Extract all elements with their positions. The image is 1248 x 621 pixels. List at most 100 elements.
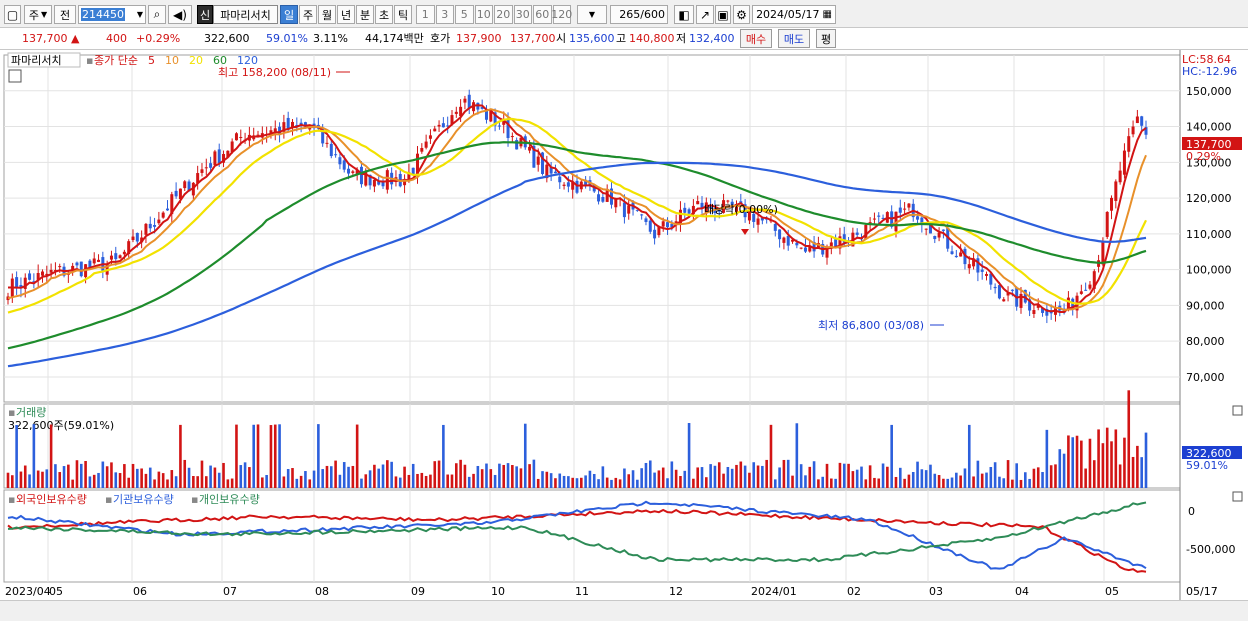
- gear-icon[interactable]: ⚙: [733, 5, 750, 24]
- change-value: 400: [106, 32, 127, 45]
- candle: [1002, 299, 1006, 302]
- volume-bar: [433, 461, 437, 488]
- change-percent: +0.29%: [136, 32, 181, 45]
- candle: [872, 218, 876, 220]
- volume-bar: [467, 476, 471, 488]
- volume-bar: [1028, 478, 1031, 488]
- volume-bar: [273, 424, 277, 488]
- sell-button[interactable]: 매도: [778, 29, 810, 48]
- volume-bar: [235, 424, 238, 488]
- buy-button[interactable]: 매수: [740, 29, 772, 48]
- minute-60[interactable]: 60: [533, 5, 552, 24]
- minute-5[interactable]: 5: [455, 5, 474, 24]
- volume-bar: [584, 475, 587, 488]
- volume-bar: [157, 471, 161, 488]
- volume-bar: [743, 465, 747, 488]
- candle: [916, 216, 920, 220]
- volume-bar: [476, 465, 480, 488]
- candle: [75, 262, 79, 266]
- volume-percent: 59.01%: [266, 32, 308, 45]
- volume-bar: [834, 478, 837, 488]
- x-tick-label: 04: [1015, 585, 1029, 598]
- volume-bar: [295, 478, 299, 488]
- count-dropdown[interactable]: ▼: [577, 5, 607, 24]
- holding-close-icon[interactable]: [1232, 491, 1243, 502]
- volume-value: 322,600주(59.01%): [8, 419, 114, 432]
- period-6[interactable]: 틱: [394, 5, 412, 24]
- candle: [786, 235, 790, 246]
- legend-bullet: ▪: [86, 54, 93, 67]
- volume-bar: [519, 468, 523, 488]
- period-1[interactable]: 주: [299, 5, 317, 24]
- candle: [131, 236, 135, 241]
- minute-20[interactable]: 20: [494, 5, 513, 24]
- period-3[interactable]: 년: [337, 5, 355, 24]
- volume-bar: [101, 461, 105, 488]
- period-4[interactable]: 분: [356, 5, 374, 24]
- calendar-icon[interactable]: ▦: [822, 9, 831, 20]
- volume-bar: [355, 424, 359, 488]
- volume-bar: [62, 466, 66, 488]
- search-icon[interactable]: ⌕: [148, 5, 166, 24]
- period-0[interactable]: 일: [280, 5, 298, 24]
- candle: [993, 286, 997, 289]
- volume-bar: [722, 473, 725, 488]
- volume-bar: [1101, 443, 1105, 488]
- indicator-icon[interactable]: ◧: [674, 5, 694, 24]
- volume-bar: [407, 474, 411, 488]
- volume-bar: [1011, 479, 1014, 488]
- volume-close-icon[interactable]: [1232, 405, 1243, 416]
- grid-toggle-icon[interactable]: [8, 69, 22, 83]
- minute-3[interactable]: 3: [435, 5, 454, 24]
- volume-bar: [183, 459, 187, 488]
- save-icon[interactable]: ▣: [715, 5, 731, 24]
- volume-bar: [153, 479, 156, 488]
- minute-1[interactable]: 1: [416, 5, 435, 24]
- minute-120[interactable]: 120: [551, 5, 572, 24]
- count-input[interactable]: 265/600: [610, 5, 668, 24]
- volume-bar: [536, 478, 540, 488]
- volume-bar: [1049, 465, 1053, 488]
- candle: [420, 148, 424, 152]
- window-icon[interactable]: ▢: [4, 5, 21, 24]
- minute-10[interactable]: 10: [474, 5, 493, 24]
- volume-bar: [799, 464, 803, 488]
- volume-bar: [161, 473, 165, 488]
- period-5[interactable]: 초: [375, 5, 393, 24]
- draw-tool-icon[interactable]: ↗: [696, 5, 714, 24]
- volume-bar: [532, 459, 536, 488]
- volume-bar: [554, 478, 557, 488]
- speaker-icon[interactable]: ◀): [168, 5, 192, 24]
- code-value: 214450: [81, 8, 125, 21]
- volume-bar: [683, 470, 687, 488]
- eval-button[interactable]: 평: [816, 29, 836, 48]
- stock-chart[interactable]: 2023/0405 06 07 08 09 10 11 12 2024/01 02 03 04 05 05…: [0, 50, 1248, 600]
- volume-bar: [1062, 453, 1066, 488]
- candle: [1105, 211, 1109, 237]
- volume-bar: [955, 472, 958, 488]
- minute-30[interactable]: 30: [513, 5, 532, 24]
- volume-bar: [485, 463, 488, 488]
- volume-bar: [1024, 472, 1027, 488]
- market-select[interactable]: 주 ▼: [24, 5, 52, 24]
- horizontal-scrollbar[interactable]: [0, 600, 1248, 621]
- candle: [372, 179, 376, 187]
- volume-bar: [75, 460, 79, 488]
- date-input[interactable]: 2024/05/17 ▦: [752, 5, 836, 24]
- period-2[interactable]: 월: [318, 5, 336, 24]
- type-button[interactable]: 전: [54, 5, 76, 24]
- candle: [877, 215, 881, 217]
- volume-bar: [739, 461, 743, 488]
- code-dropdown-icon[interactable]: ▼: [136, 10, 145, 19]
- candle: [437, 124, 441, 127]
- volume-bar: [545, 471, 549, 488]
- volume-bar: [972, 476, 975, 488]
- volume-bar: [84, 460, 87, 488]
- high-price: 140,800: [629, 32, 675, 45]
- volume-bar: [1067, 435, 1070, 488]
- candle: [122, 251, 126, 255]
- volume-bar: [373, 464, 376, 488]
- volume-bar: [929, 464, 932, 488]
- code-input[interactable]: 214450 ▼: [78, 5, 146, 24]
- holding-legend-0: 외국인보유수량: [16, 493, 87, 506]
